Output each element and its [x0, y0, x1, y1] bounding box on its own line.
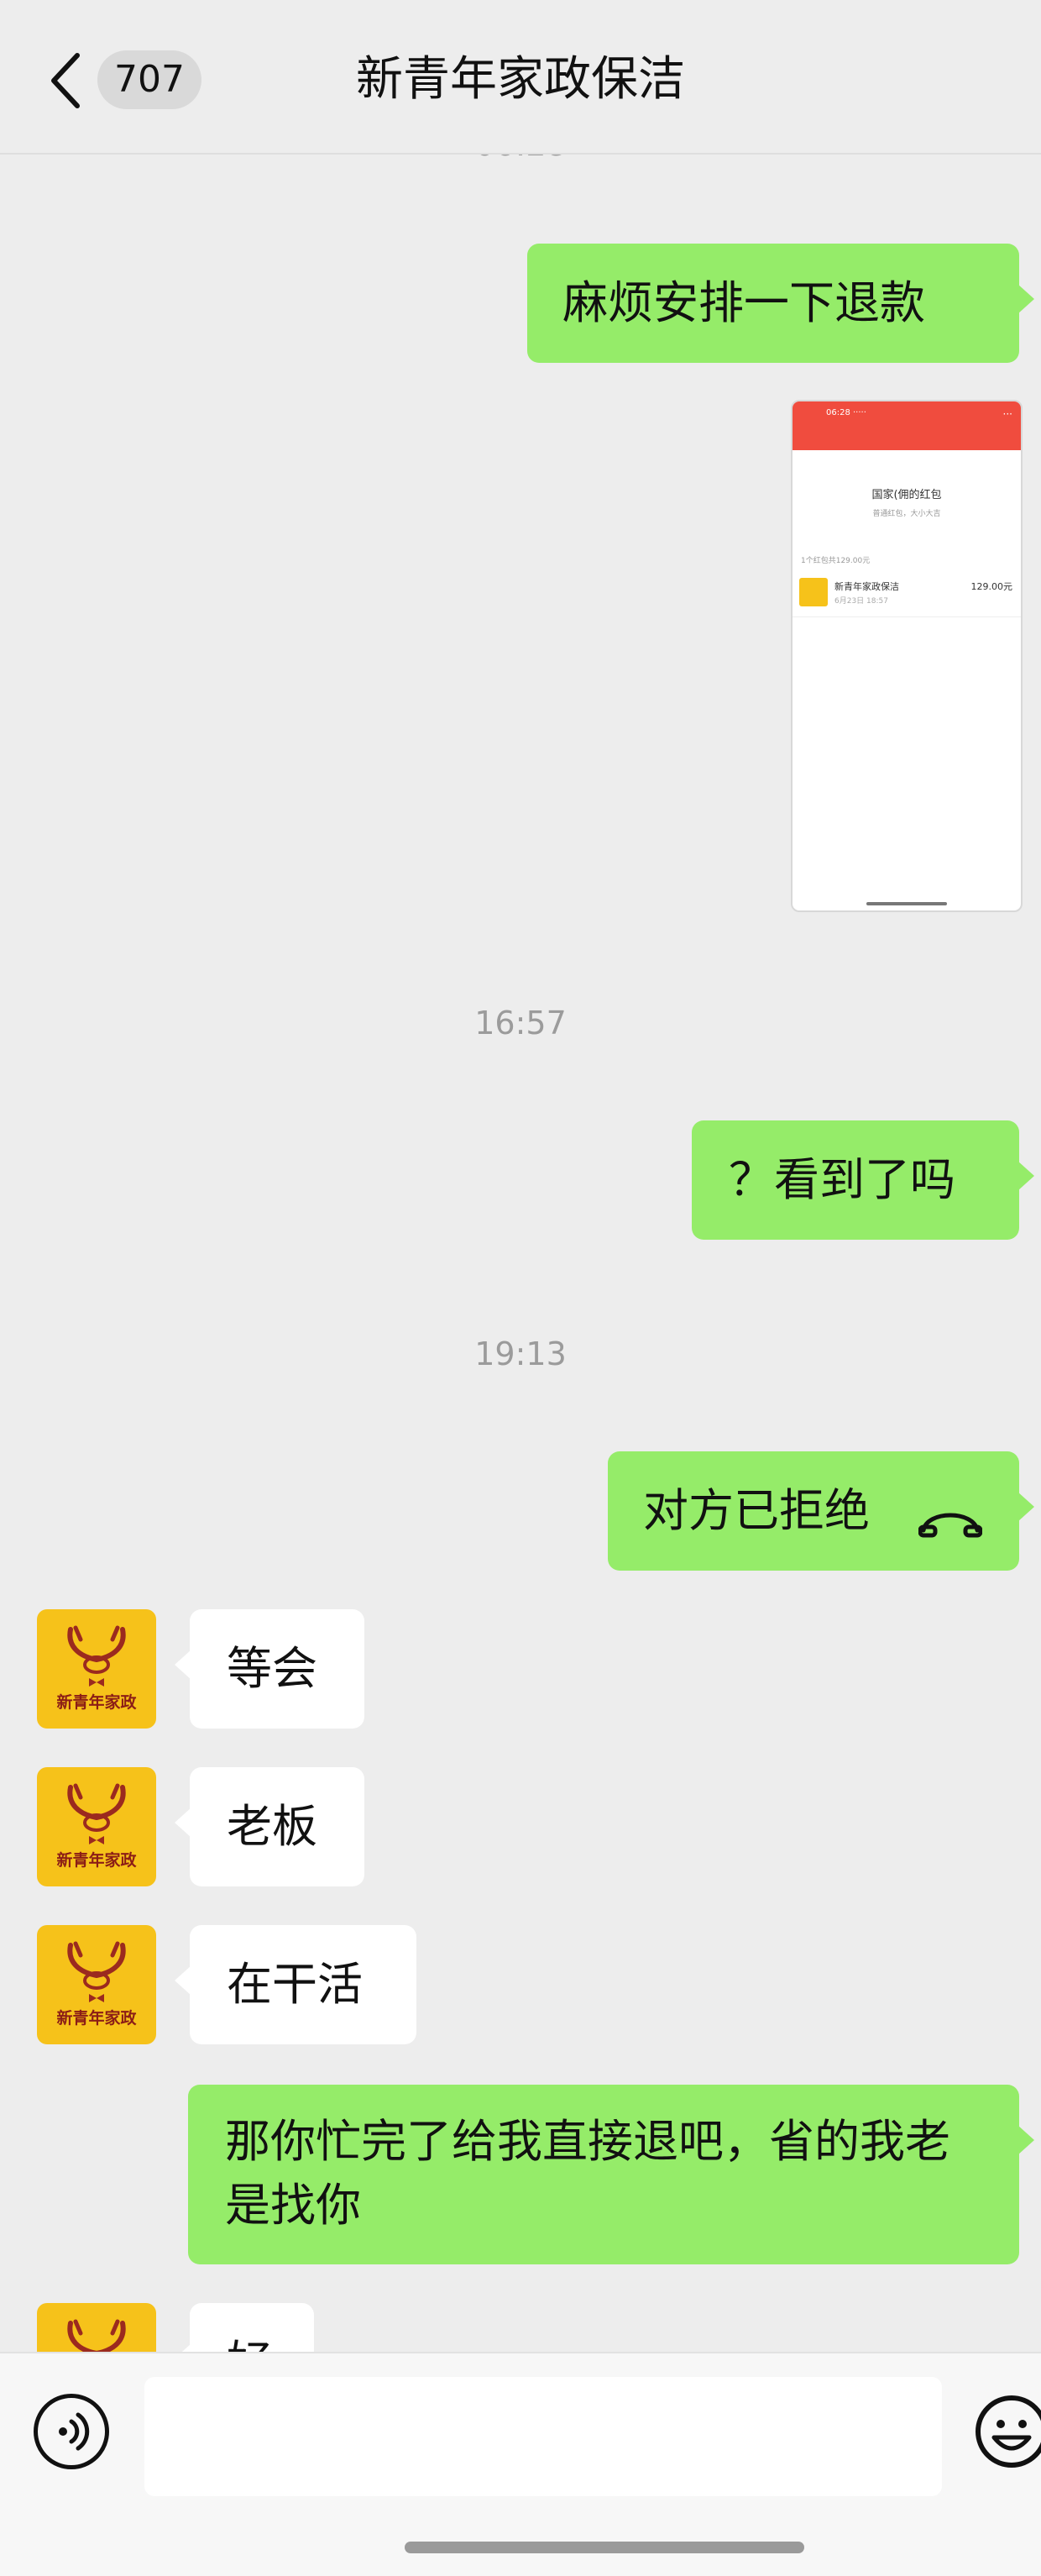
red-packet-date: 6月23日 18:57	[834, 597, 888, 606]
message-text: 麻烦安排一下退款	[562, 276, 925, 329]
avatar-label: 新青年家政	[56, 1851, 137, 1870]
chat-title: 新青年家政保洁	[356, 52, 685, 107]
avatar[interactable]: 新青年家政	[37, 1609, 156, 1729]
hangup-phone-icon	[918, 1492, 983, 1556]
message-text: 老板	[227, 1800, 317, 1853]
message-wait[interactable]: 等会	[175, 1609, 364, 1729]
message-ok[interactable]: 好	[175, 2303, 314, 2352]
message-seen-question[interactable]: ？看到了吗	[692, 1120, 1034, 1240]
red-packet-header: 06:28 ····· ···	[793, 401, 1021, 450]
divider	[793, 616, 1021, 617]
message-working[interactable]: 在干活	[175, 1925, 416, 2044]
message-text: ？看到了吗	[729, 1153, 955, 1206]
home-indicator	[405, 2542, 804, 2553]
input-bar	[0, 2352, 1041, 2576]
message-text: 等会	[227, 1642, 317, 1695]
call-declined-message[interactable]: 对方已拒绝	[608, 1451, 1034, 1571]
voice-input-icon	[59, 2412, 90, 2451]
message-text: 好	[227, 2336, 272, 2352]
screenshot-image-message[interactable]: 06:28 ····· ··· 国家(佣的红包 普通红包，大小大吉 1个红包共1…	[791, 400, 1023, 912]
message-refund-request[interactable]: 麻烦安排一下退款	[527, 244, 1034, 363]
red-packet-sender: 新青年家政保洁	[834, 581, 899, 592]
avatar[interactable]	[37, 2303, 156, 2352]
message-boss[interactable]: 老板	[175, 1767, 364, 1886]
home-indicator-thumb	[866, 902, 947, 905]
red-packet-amount: 129.00元	[970, 581, 1013, 592]
avatar[interactable]: 新青年家政	[37, 1925, 156, 2044]
emoji-button[interactable]	[974, 2394, 1041, 2478]
message-refund-later[interactable]: 那你忙完了给我直接退吧，省的我老是找你	[188, 2085, 1034, 2264]
status-bar-text: 06:28 ·····	[826, 408, 866, 417]
red-packet-subtitle: 普通红包，大小大吉	[872, 510, 941, 518]
emoji-icon	[976, 2395, 1041, 2468]
message-text: 在干活	[227, 1958, 363, 2011]
chat-area: 06:28 麻烦安排一下退款 06:28 ····· ··· 国家(佣的红包 普…	[0, 0, 1041, 2352]
chevron-left-icon	[51, 53, 80, 108]
red-packet-title: 国家(佣的红包	[871, 489, 942, 501]
chat-header: 707 新青年家政保洁	[0, 0, 1041, 155]
message-text: 对方已拒绝	[643, 1484, 870, 1537]
sender-logo	[799, 578, 828, 606]
red-packet-count: 1个红包共129.00元	[801, 557, 871, 565]
avatar-label: 新青年家政	[56, 2009, 137, 2028]
message-input[interactable]	[144, 2377, 942, 2496]
more-icon: ···	[1002, 408, 1012, 420]
voice-button[interactable]	[34, 2394, 109, 2469]
avatar[interactable]: 新青年家政	[37, 1767, 156, 1886]
timestamp: 19:13	[474, 1335, 567, 1372]
message-text: 那你忙完了给我直接退吧，省的我老是找你	[225, 2115, 950, 2232]
timestamp: 16:57	[474, 1005, 567, 1041]
avatar-label: 新青年家政	[56, 1693, 137, 1712]
antler-logo-icon	[67, 2319, 126, 2352]
unread-count-badge[interactable]: 707	[97, 50, 201, 109]
back-button[interactable]	[44, 49, 86, 113]
